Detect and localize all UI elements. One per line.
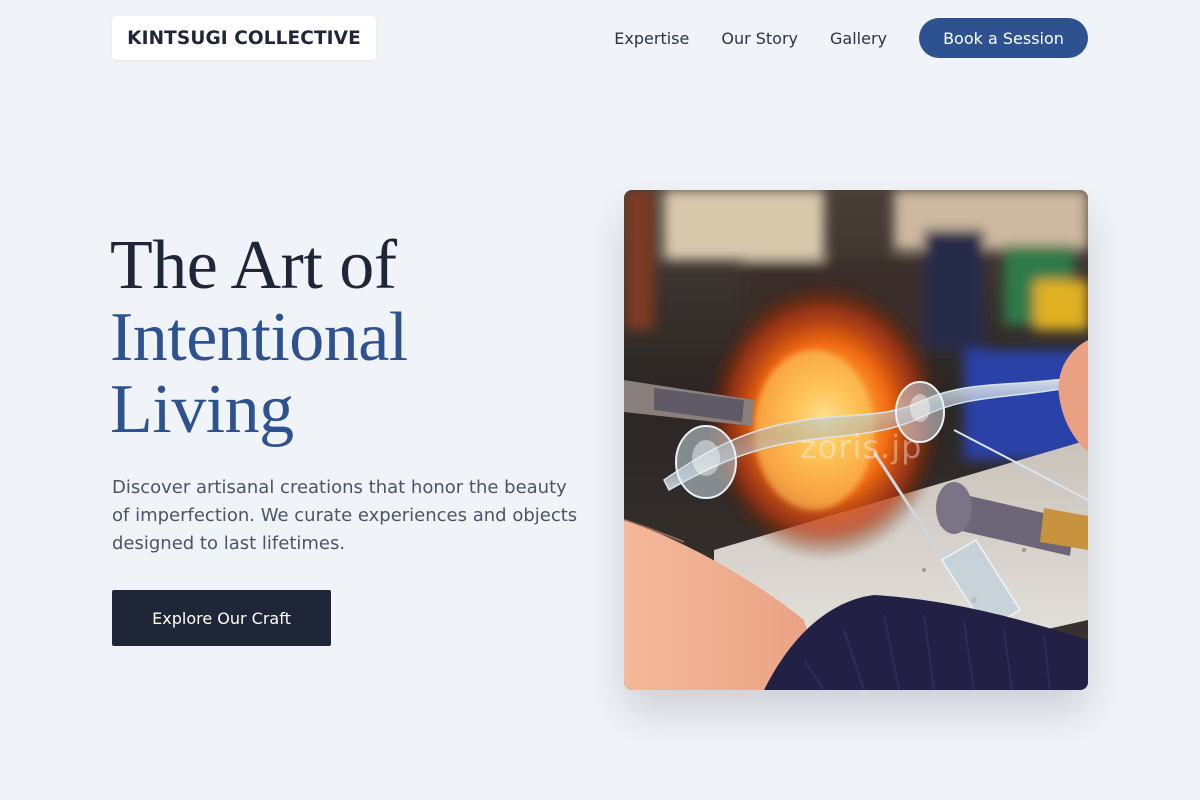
brand-name: KINTSUGI COLLECTIVE [127, 27, 361, 49]
hero-title-line-1: The Art of [110, 227, 397, 304]
hero-image: zoris.jp [624, 190, 1088, 690]
book-session-button[interactable]: Book a Session [919, 18, 1088, 58]
explore-craft-button[interactable]: Explore Our Craft [112, 590, 331, 646]
hero-title-line-3: Living [110, 371, 294, 448]
hero-description: Discover artisanal creations that honor … [112, 477, 578, 554]
main-nav: Expertise Our Story Gallery Book a Sessi… [614, 18, 1088, 58]
nav-link-gallery[interactable]: Gallery [830, 29, 887, 48]
hero-title: The Art of Intentional Living [110, 230, 408, 446]
nav-link-expertise[interactable]: Expertise [614, 29, 689, 48]
nav-link-our-story[interactable]: Our Story [721, 29, 798, 48]
image-watermark: zoris.jp [800, 428, 923, 466]
hero-title-line-2: Intentional [110, 299, 408, 376]
brand-logo[interactable]: KINTSUGI COLLECTIVE [112, 16, 376, 60]
